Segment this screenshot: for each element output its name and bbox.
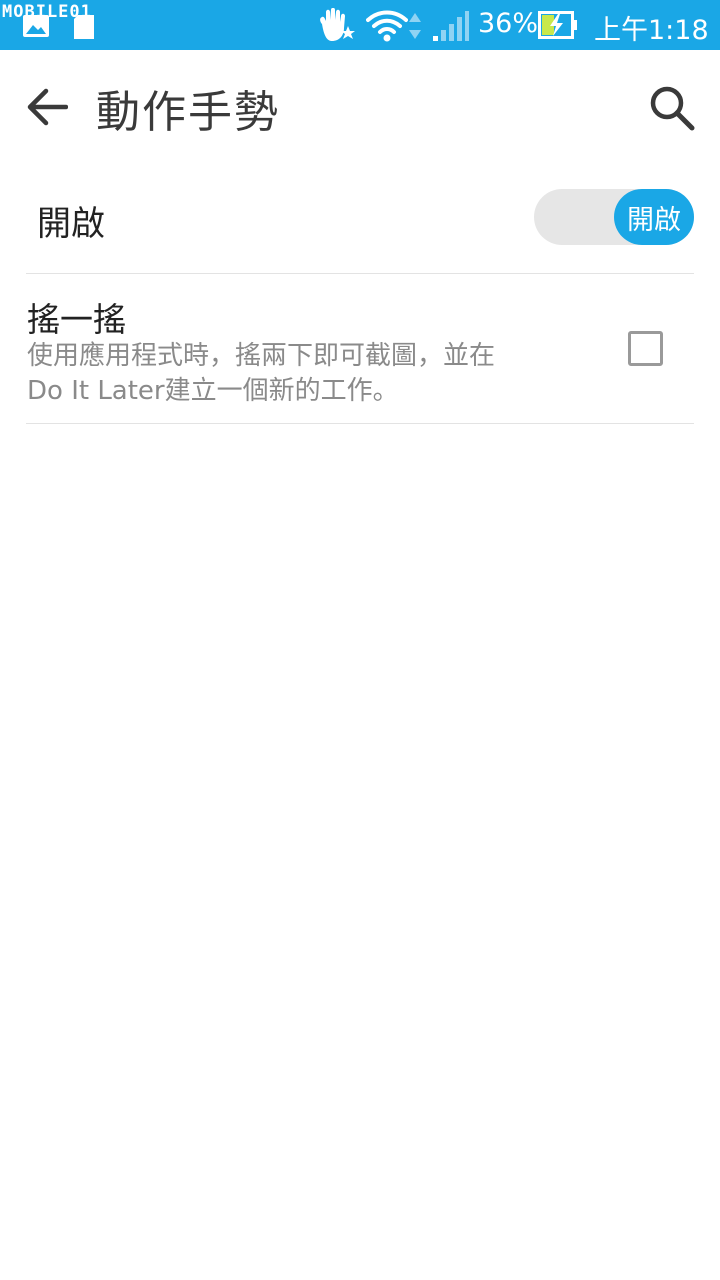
wifi-icon [366, 10, 408, 42]
status-bar: MOBILE01 36% 上午1:18 [0, 0, 720, 50]
clock: 上午1:18 [594, 15, 709, 46]
master-toggle[interactable]: 開啟 [534, 189, 694, 245]
master-switch-row[interactable]: 開啟 開啟 [0, 162, 720, 272]
item-summary-line-1: 使用應用程式時，搖兩下即可截圖，並在 [27, 341, 496, 371]
divider [26, 423, 694, 424]
page-title: 動作手勢 [96, 87, 280, 138]
signal-icon [433, 11, 469, 41]
toggle-knob: 開啟 [614, 189, 694, 245]
image-icon [23, 15, 49, 37]
list-item-shake[interactable]: 搖一搖 使用應用程式時，搖兩下即可截圖，並在 Do It Later建立一個新的… [0, 273, 720, 423]
gesture-hand-icon [320, 8, 355, 41]
data-activity-icon [409, 13, 421, 39]
master-switch-label: 開啟 [37, 204, 105, 244]
app-bar: 動作手勢 [0, 50, 720, 162]
battery-charging-icon [538, 11, 577, 39]
search-icon [650, 86, 695, 131]
back-button[interactable] [20, 80, 74, 134]
item-summary-line-2: Do It Later建立一個新的工作。 [27, 376, 399, 406]
search-button[interactable] [644, 80, 700, 136]
sd-card-icon [74, 15, 94, 39]
arrow-back-icon [27, 88, 68, 126]
item-summary: 使用應用程式時，搖兩下即可截圖，並在 Do It Later建立一個新的工作。 [27, 339, 587, 409]
battery-percent: 36% [478, 8, 539, 39]
item-title: 搖一搖 [27, 300, 126, 339]
shake-checkbox[interactable] [628, 331, 663, 366]
